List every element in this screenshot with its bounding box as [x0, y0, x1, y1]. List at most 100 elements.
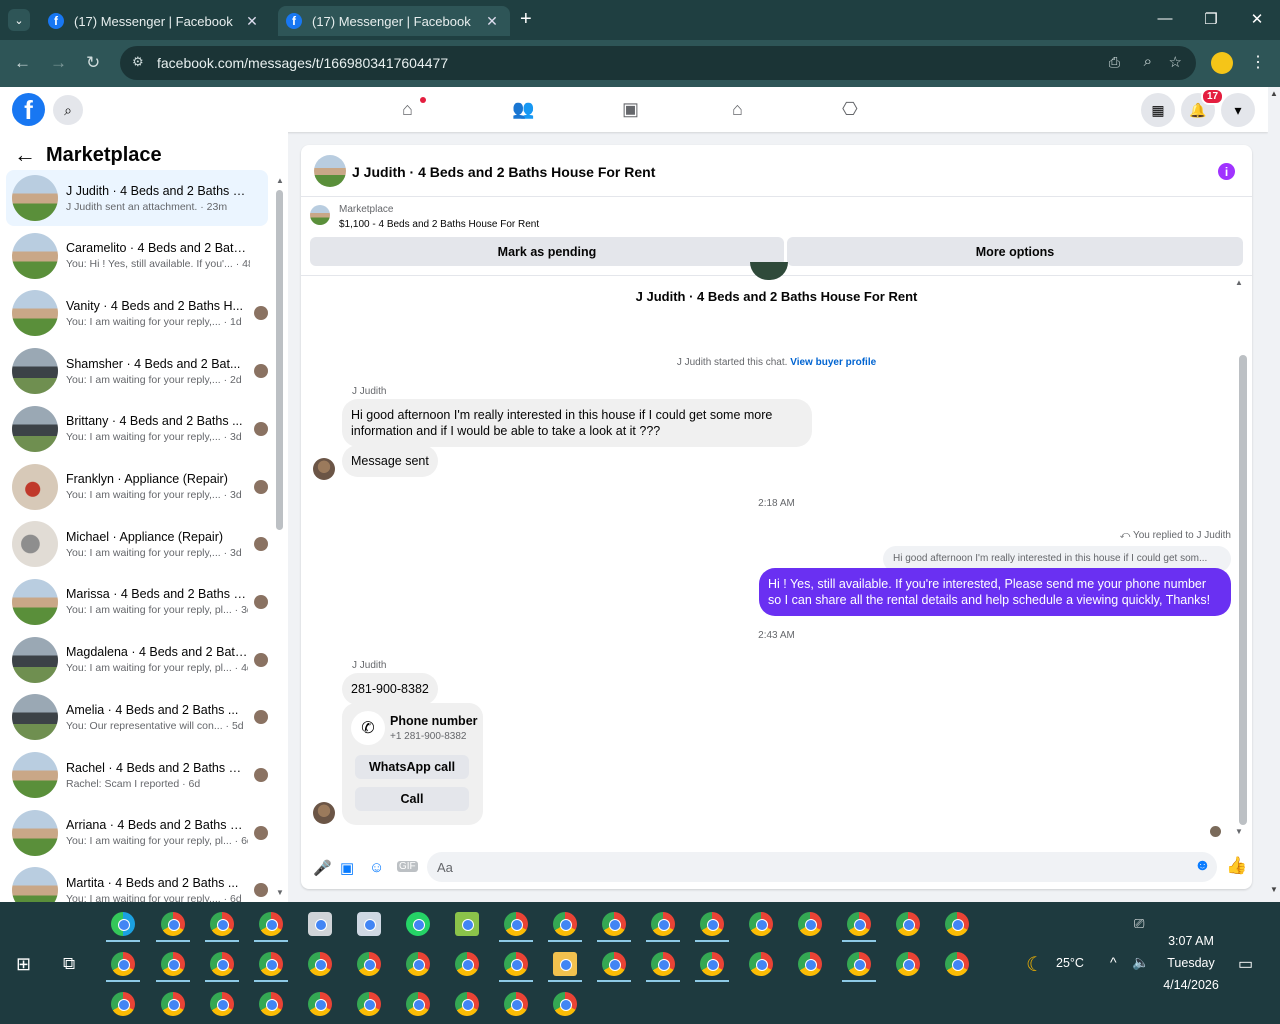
back-icon[interactable]: ← — [14, 53, 31, 73]
tab-2[interactable]: f (17) Messenger | Facebook ✕ — [278, 6, 510, 36]
sender-avatar[interactable] — [313, 458, 335, 480]
whatsapp-call-button[interactable]: WhatsApp call — [355, 755, 469, 779]
profile-avatar[interactable] — [1211, 52, 1233, 74]
taskbar-app-icon[interactable] — [357, 952, 381, 976]
minimize-button[interactable]: — — [1150, 10, 1180, 27]
page-scrollbar[interactable]: ▲ ▼ — [1268, 87, 1280, 902]
taskbar-app-icon[interactable] — [455, 952, 479, 976]
taskbar-app-icon[interactable] — [945, 912, 969, 936]
taskbar-app-icon[interactable] — [406, 992, 430, 1016]
home-icon[interactable]: ⌂ — [402, 99, 413, 120]
taskbar-app-icon[interactable] — [161, 952, 185, 976]
incoming-message[interactable]: 281-900-8382 — [342, 673, 438, 705]
taskbar-app-icon[interactable] — [406, 952, 430, 976]
taskbar-app-icon[interactable] — [749, 912, 773, 936]
taskbar-app-icon[interactable] — [259, 952, 283, 976]
taskbar-app-icon[interactable] — [504, 912, 528, 936]
emoji-icon[interactable]: ☻ — [1194, 857, 1211, 875]
site-info-icon[interactable]: ⚙ — [132, 54, 144, 70]
taskbar-app-icon[interactable] — [161, 992, 185, 1016]
taskbar-app-icon[interactable] — [210, 912, 234, 936]
account-dropdown-icon[interactable]: ▾ — [1221, 93, 1255, 127]
taskbar-app-icon[interactable] — [602, 952, 626, 976]
network-icon[interactable]: ⎚ — [1134, 916, 1144, 932]
like-thumb-icon[interactable]: 👍 — [1226, 856, 1247, 876]
video-icon[interactable]: ▣ — [622, 99, 639, 120]
page-scroll-down-icon[interactable]: ▼ — [1270, 885, 1278, 894]
sticker-icon[interactable]: ☺ — [369, 859, 384, 876]
listing-thumbnail[interactable] — [310, 205, 330, 225]
conversation-item[interactable]: Magdalena · 4 Beds and 2 Baths... You: I … — [6, 632, 268, 688]
close-tab-icon[interactable]: ✕ — [482, 13, 502, 30]
action-center-icon[interactable]: ▭ — [1238, 954, 1253, 974]
taskbar-app-icon[interactable] — [161, 912, 185, 936]
task-view-icon[interactable]: ⧉ — [63, 954, 75, 974]
taskbar-app-icon[interactable] — [847, 952, 871, 976]
close-window-button[interactable]: ✕ — [1242, 10, 1272, 28]
back-arrow-icon[interactable]: ← — [14, 142, 36, 168]
taskbar-app-icon[interactable] — [111, 992, 135, 1016]
conversation-item[interactable]: Amelia · 4 Beds and 2 Baths ... You: Our … — [6, 689, 268, 745]
conversation-item[interactable]: Martita · 4 Beds and 2 Baths ... You: I a… — [6, 862, 268, 902]
clock-time[interactable]: 3:07 AM — [1160, 934, 1222, 948]
conversation-item[interactable]: Brittany · 4 Beds and 2 Baths ... You: I … — [6, 401, 268, 457]
conversation-item[interactable]: Caramelito · 4 Beds and 2 Baths... You: H… — [6, 228, 268, 284]
taskbar-app-icon[interactable] — [700, 912, 724, 936]
taskbar-app-icon[interactable] — [357, 912, 381, 936]
volume-icon[interactable]: 🔈 — [1132, 954, 1149, 971]
message-input[interactable]: Aa — [427, 852, 1217, 882]
taskbar-app-icon[interactable] — [455, 912, 479, 936]
taskbar-app-icon[interactable] — [798, 912, 822, 936]
page-scroll-up-icon[interactable]: ▲ — [1270, 89, 1278, 98]
bookmark-star-icon[interactable]: ☆ — [1169, 53, 1182, 71]
sender-avatar[interactable] — [313, 802, 335, 824]
taskbar-app-icon[interactable] — [749, 952, 773, 976]
conversation-item[interactable]: Marissa · 4 Beds and 2 Baths Ho... You: I… — [6, 574, 268, 630]
taskbar-app-icon[interactable] — [651, 912, 675, 936]
attach-photo-icon[interactable]: ▣ — [340, 859, 354, 877]
facebook-logo[interactable]: f — [12, 93, 45, 126]
clock-date[interactable]: 4/14/2026 — [1160, 978, 1222, 992]
search-icon[interactable]: ⌕ — [53, 95, 83, 125]
weather-temp[interactable]: 25°C — [1056, 956, 1084, 970]
clock-day[interactable]: Tuesday — [1160, 956, 1222, 970]
taskbar-app-icon[interactable] — [210, 952, 234, 976]
weather-moon-icon[interactable]: ☾ — [1026, 952, 1044, 977]
info-icon[interactable]: i — [1218, 163, 1235, 180]
taskbar-app-icon[interactable] — [651, 952, 675, 976]
install-app-icon[interactable]: ⎙ — [1109, 54, 1120, 71]
gaming-icon[interactable]: ⎔ — [842, 99, 858, 120]
conversation-item[interactable]: Vanity · 4 Beds and 2 Baths H... You: I a… — [6, 285, 268, 341]
taskbar-app-icon[interactable] — [259, 992, 283, 1016]
chat-scroll-down-icon[interactable]: ▼ — [1235, 827, 1243, 836]
zoom-icon[interactable]: ⌕ — [1144, 53, 1152, 70]
new-tab-button[interactable]: + — [520, 8, 532, 31]
conversation-item[interactable]: Arriana · 4 Beds and 2 Baths Ho... You: I… — [6, 805, 268, 861]
chat-title[interactable]: J Judith · 4 Beds and 2 Baths House For … — [352, 164, 655, 180]
chat-scrollbar[interactable] — [1239, 355, 1247, 825]
taskbar-app-icon[interactable] — [357, 992, 381, 1016]
taskbar-app-icon[interactable] — [259, 912, 283, 936]
gif-icon[interactable]: GIF — [397, 861, 418, 872]
tab-1[interactable]: f (17) Messenger | Facebook ✕ — [40, 6, 270, 36]
conversation-item[interactable]: Franklyn · Appliance (Repair) You: I am w… — [6, 459, 268, 515]
taskbar-app-icon[interactable] — [406, 912, 430, 936]
taskbar-app-icon[interactable] — [308, 992, 332, 1016]
taskbar-app-icon[interactable] — [553, 992, 577, 1016]
reload-icon[interactable]: ↻ — [86, 53, 100, 73]
taskbar-app-icon[interactable] — [504, 992, 528, 1016]
listing-title[interactable]: $1,100 - 4 Beds and 2 Baths House For Re… — [339, 219, 539, 230]
menu-grid-icon[interactable]: ▦ — [1141, 93, 1175, 127]
taskbar-app-icon[interactable] — [798, 952, 822, 976]
forward-icon[interactable]: → — [50, 53, 67, 73]
more-options-button[interactable]: More options — [787, 237, 1243, 266]
taskbar-app-icon[interactable] — [111, 912, 135, 936]
taskbar-app-icon[interactable] — [553, 912, 577, 936]
incoming-message[interactable]: Message sent — [342, 445, 438, 477]
taskbar-app-icon[interactable] — [308, 952, 332, 976]
taskbar-app-icon[interactable] — [553, 952, 577, 976]
close-tab-icon[interactable]: ✕ — [242, 13, 262, 30]
taskbar-app-icon[interactable] — [700, 952, 724, 976]
sidebar-scrollbar[interactable] — [276, 190, 283, 530]
outgoing-message[interactable]: Hi ! Yes, still available. If you're int… — [759, 568, 1231, 616]
